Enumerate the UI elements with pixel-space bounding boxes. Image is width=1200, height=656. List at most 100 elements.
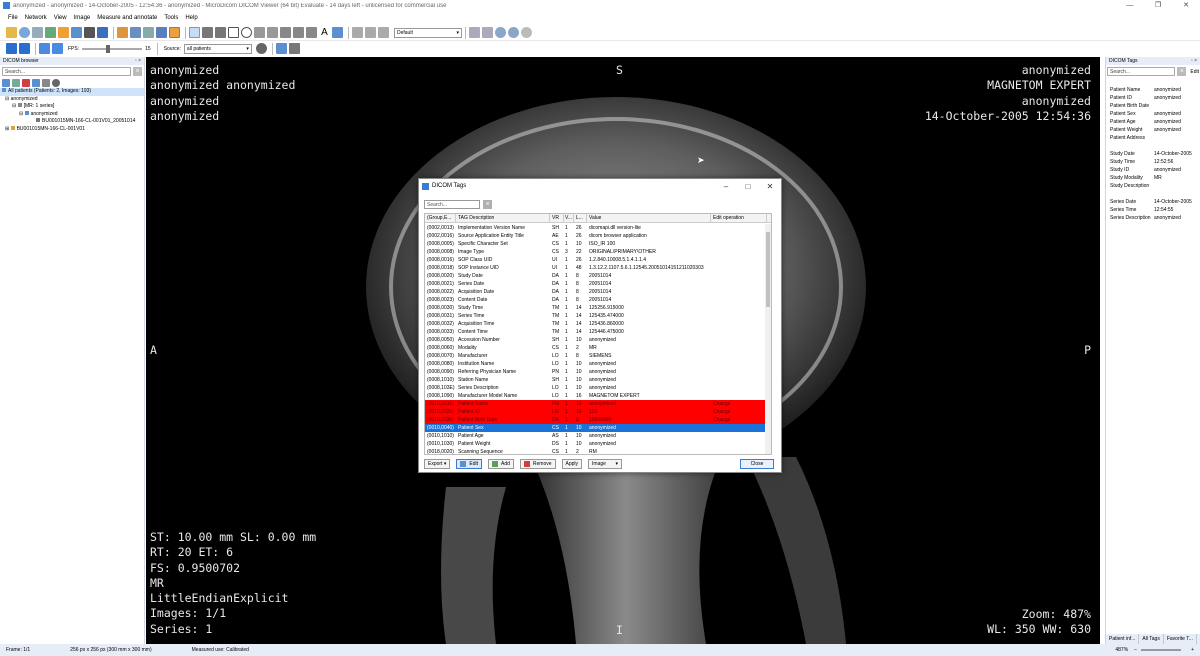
- shutter-icon[interactable]: [378, 27, 389, 38]
- tag-row[interactable]: (0008,1010) Station Name SH 1 10 anonymized: [425, 376, 769, 384]
- zoom-icon[interactable]: [130, 27, 141, 38]
- tag-row[interactable]: (0008,0023) Content Date DA 1 8 20051014: [425, 296, 769, 304]
- browser-expand-icon[interactable]: [12, 79, 20, 87]
- add-button[interactable]: Add: [487, 459, 514, 469]
- tag-row[interactable]: (0008,0033) Content Time TM 1 14 125446.47500…: [425, 328, 769, 336]
- reset-icon[interactable]: [521, 27, 532, 38]
- pin-icon[interactable]: ▫ ×: [135, 57, 144, 65]
- tree-item-image[interactable]: BU001015MN-166-CL-001V01_20051014: [0, 118, 144, 126]
- clear-search-icon[interactable]: ×: [1177, 67, 1187, 76]
- menu-view[interactable]: View: [54, 15, 67, 21]
- network-icon[interactable]: [19, 27, 30, 38]
- edit-button[interactable]: Edit: [456, 459, 482, 469]
- zoom-control[interactable]: 487% − +: [1109, 644, 1194, 656]
- clear-search-icon[interactable]: ×: [483, 200, 492, 209]
- next-icon[interactable]: [52, 43, 63, 54]
- tag-row[interactable]: (0008,0020) Study Date DA 1 8 20051014: [425, 272, 769, 280]
- tag-row[interactable]: (0018,0020) Scanning Sequence CS 1 2 RM: [425, 448, 769, 454]
- col-vm[interactable]: V...: [564, 214, 574, 222]
- scrollbar-thumb[interactable]: [766, 232, 770, 307]
- gear-icon[interactable]: [255, 43, 267, 54]
- col-length[interactable]: L...: [574, 214, 587, 222]
- zoom-in-icon[interactable]: +: [1191, 644, 1194, 656]
- export-button[interactable]: Export ▾: [424, 459, 451, 469]
- tag-row[interactable]: (0008,0032) Acquisition Time TM 1 14 125436.8…: [425, 320, 769, 328]
- col-group[interactable]: (Group,E...: [425, 214, 456, 222]
- pan-hand-icon[interactable]: [117, 27, 128, 38]
- menu-tools[interactable]: Tools: [164, 15, 178, 21]
- tree-item-patient-2[interactable]: ⊞ BU001015MN-166-CL-001V01: [0, 125, 144, 134]
- tags-scrollbar[interactable]: [765, 224, 771, 454]
- curve-tool-icon[interactable]: [254, 27, 265, 38]
- tag-row[interactable]: (0010,0040) Patient Sex CS 1 10 anonymized: [425, 424, 769, 432]
- angle-tool-icon[interactable]: [280, 27, 291, 38]
- browser-layout-icon[interactable]: [2, 79, 10, 87]
- tag-row[interactable]: (0010,0010) Patient Name PN 1 10 anonymized Ch…: [425, 400, 769, 408]
- flip-horizontal-icon[interactable]: [482, 27, 493, 38]
- close-button[interactable]: Close: [740, 459, 774, 469]
- maximize-button[interactable]: ❐: [1144, 0, 1172, 11]
- ellipse-tool-icon[interactable]: [241, 27, 252, 38]
- fps-slider[interactable]: [82, 44, 143, 53]
- tag-row[interactable]: (0002,0013) Implementation Version Name SH…: [425, 224, 769, 232]
- remove-button[interactable]: Remove: [519, 459, 556, 469]
- window-level-icon[interactable]: [169, 27, 180, 38]
- tag-row[interactable]: (0008,0021) Series Date DA 1 8 20051014: [425, 280, 769, 288]
- tab-patient-info[interactable]: Patient inf...: [1106, 634, 1140, 644]
- print-icon[interactable]: [84, 27, 95, 38]
- tree-item-series[interactable]: ⊟ anonymized: [0, 110, 144, 119]
- preset-select[interactable]: Default ▾: [394, 27, 462, 38]
- clear-search-icon[interactable]: ×: [133, 67, 142, 76]
- tab-favorite-tags[interactable]: Favorite T...: [1164, 634, 1197, 644]
- tag-row[interactable]: (0008,0080) Institution Name LO 1 10 anonymiz…: [425, 360, 769, 368]
- previous-icon[interactable]: [39, 43, 50, 54]
- close-window-button[interactable]: ✕: [1172, 0, 1200, 11]
- dialog-maximize-button[interactable]: □: [737, 182, 759, 191]
- zoom-slider[interactable]: [1141, 649, 1182, 651]
- pen-tool-icon[interactable]: [215, 27, 226, 38]
- layout-icon[interactable]: [275, 43, 287, 54]
- menu-measure[interactable]: Measure and annotate: [97, 15, 157, 21]
- calibrate-icon[interactable]: [352, 27, 363, 38]
- rotate-left-icon[interactable]: [495, 27, 506, 38]
- fit-icon[interactable]: [143, 27, 154, 38]
- browser-refresh-icon[interactable]: [32, 79, 40, 87]
- eraser-icon[interactable]: [332, 27, 343, 38]
- select-pointer-icon[interactable]: [189, 27, 200, 38]
- tag-row[interactable]: (0008,103E) Series Description LO 1 10 anonym…: [425, 384, 769, 392]
- tag-row[interactable]: (0010,1010) Patient Age AS 1 10 anonymized: [425, 432, 769, 440]
- tag-row[interactable]: (0008,0008) Image Type CS 3 22 ORIGINAL\PRIMA…: [425, 248, 769, 256]
- tag-row[interactable]: (0008,0050) Accession Number SH 1 10 anonymiz…: [425, 336, 769, 344]
- tag-row[interactable]: (0008,0005) Specific Character Set CS 1 10 IS…: [425, 240, 769, 248]
- tab-all-tags[interactable]: All Tags: [1139, 634, 1164, 644]
- save-icon[interactable]: [71, 27, 82, 38]
- disc-icon[interactable]: [32, 27, 43, 38]
- help-icon[interactable]: [97, 27, 108, 38]
- tag-row[interactable]: (0008,0030) Study Time TM 1 14 125256.915000: [425, 304, 769, 312]
- tag-row[interactable]: (0008,1090) Manufacturer Model Name LO 1 16 M…: [425, 392, 769, 400]
- tag-row[interactable]: (0010,1030) Patient Weight DS 1 10 anonymized: [425, 440, 769, 448]
- tag-row[interactable]: (0010,0020) Patient ID LO 1 10 123 Change: [425, 408, 769, 416]
- apply-button[interactable]: Apply: [561, 459, 583, 469]
- tree-item-study[interactable]: ⊟ [MR: 1 series]: [0, 103, 144, 111]
- tags-search-input[interactable]: Search...: [1107, 67, 1176, 76]
- col-vr[interactable]: VR: [550, 214, 564, 222]
- rectangle-tool-icon[interactable]: [228, 27, 239, 38]
- tag-row[interactable]: (0008,0022) Acquisition Date DA 1 8 20051014: [425, 288, 769, 296]
- ruler-icon[interactable]: [365, 27, 376, 38]
- dialog-minimize-button[interactable]: –: [715, 182, 737, 191]
- open-folder-icon[interactable]: [6, 27, 17, 38]
- menu-file[interactable]: File: [8, 15, 18, 21]
- rotate-right-icon[interactable]: [508, 27, 519, 38]
- minimize-button[interactable]: —: [1116, 0, 1144, 11]
- menu-help[interactable]: Help: [185, 15, 197, 21]
- arrow-tool-icon[interactable]: [306, 27, 317, 38]
- zoom-out-icon[interactable]: −: [1134, 644, 1137, 656]
- tree-item-patient[interactable]: ⊟ anonymized: [0, 96, 144, 104]
- tag-row[interactable]: (0008,0018) SOP Instance UID UI 1 48 1.3.12.2…: [425, 264, 769, 272]
- polygon-tool-icon[interactable]: [267, 27, 278, 38]
- tag-row[interactable]: (0002,0016) Source Application Entity Tit…: [425, 232, 769, 240]
- tag-row[interactable]: (0008,0090) Referring Physician Name PN 1 10…: [425, 368, 769, 376]
- magnify-icon[interactable]: [156, 27, 167, 38]
- grid-icon[interactable]: [288, 43, 300, 54]
